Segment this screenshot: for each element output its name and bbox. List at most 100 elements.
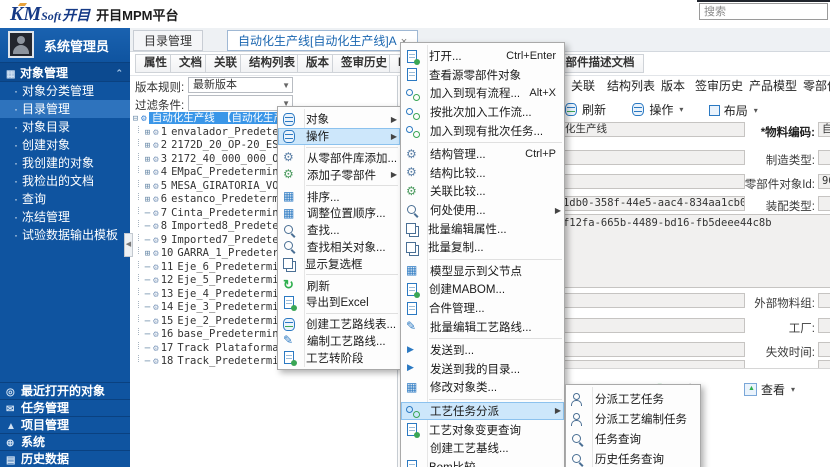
material-code-field[interactable]: 自	[818, 122, 830, 137]
right-tab-part-model[interactable]: 零部件模型	[797, 76, 830, 95]
sidebar-item-create-object[interactable]: 创建对象	[0, 136, 130, 154]
menu-item-send-to[interactable]: 发送到...	[401, 341, 564, 360]
subtab-structure-list[interactable]: 结构列表	[240, 54, 304, 73]
menu-item-add-to-batch-task[interactable]: 加入到现有批次任务...	[401, 121, 564, 140]
menu-item-operate[interactable]: 操作▶	[278, 128, 400, 145]
batch-edit-icon	[405, 222, 418, 235]
factory-field[interactable]	[818, 318, 830, 333]
expander-icon[interactable]: ⊞	[142, 167, 153, 180]
right-tab-structure-list[interactable]: 结构列表	[601, 76, 661, 95]
select-value: 最新版本	[193, 79, 237, 91]
right-tab-sign-history[interactable]: 签审历史	[689, 76, 749, 95]
expire-time-field[interactable]	[818, 342, 830, 357]
refresh-icon	[565, 103, 577, 116]
menu-item-task-query[interactable]: 任务查询	[566, 429, 700, 449]
right-tab-version[interactable]: 版本	[655, 76, 691, 95]
menu-item-export-excel[interactable]: 导出到Excel	[278, 294, 400, 311]
sidebar-item-catalog-mgmt[interactable]: 目录管理	[0, 100, 130, 118]
sidebar-section-object-mgmt[interactable]: ▦对象管理 ⌃	[0, 62, 130, 82]
menu-item-dispatch-process-task[interactable]: 分派工艺任务	[566, 389, 700, 409]
collapse-expander-icon[interactable]: ⊟	[130, 113, 141, 126]
expander-icon[interactable]: ⊞	[142, 194, 153, 207]
refresh-button[interactable]: 刷新	[558, 100, 612, 119]
search-icon	[282, 224, 297, 237]
expander-icon[interactable]: ⊞	[142, 248, 153, 261]
layout-icon	[709, 105, 720, 116]
menu-item-history-task-query[interactable]: 历史任务查询	[566, 449, 700, 467]
operate-button[interactable]: 操作▾	[625, 100, 689, 119]
guid-textarea[interactable]: 208f12fa-665b-4489-bd16-fb5deee44c8b	[540, 214, 830, 288]
sidebar-section-task-mgmt[interactable]: ✉任务管理	[0, 399, 130, 416]
search-input[interactable]	[699, 3, 828, 20]
menu-item-relation-compare[interactable]: 关联比较...	[401, 182, 564, 201]
menu-item-create-mabom[interactable]: 创建MABOM...	[401, 280, 564, 299]
view-button[interactable]: 查看▾	[738, 380, 801, 399]
menu-item-open[interactable]: 打开...Ctrl+Enter	[401, 47, 564, 66]
right-tab-product-model[interactable]: 产品模型	[743, 76, 803, 95]
open-icon	[407, 50, 417, 63]
expander-icon[interactable]: ⊞	[142, 140, 153, 153]
sidebar-collapse-handle[interactable]: ◀	[124, 233, 133, 257]
menu-item-show-checkbox[interactable]: 显示复选框	[278, 255, 400, 272]
sidebar-item-my-checked-out-docs[interactable]: 我检出的文档	[0, 172, 130, 190]
menu-item-merge-manage[interactable]: 合件管理...	[401, 299, 564, 318]
subtab-sign-history[interactable]: 签审历史	[332, 54, 396, 73]
part-icon: ⚙	[153, 194, 159, 205]
menu-item-batch-edit-route[interactable]: 批量编辑工艺路线...	[401, 317, 564, 336]
menu-item-modify-object-class[interactable]: 修改对象类...	[401, 378, 564, 397]
expander-icon[interactable]: ⊞	[142, 181, 153, 194]
window-edge	[697, 0, 830, 2]
sidebar-section-system[interactable]: ⊕系统	[0, 433, 130, 450]
menu-item-refresh[interactable]: 刷新	[278, 277, 400, 294]
menu-item-process-change-query[interactable]: 工艺对象变更查询	[401, 420, 564, 439]
operate-submenu: 打开...Ctrl+Enter 查看源零部件对象 加入到现有流程...Alt+X…	[400, 42, 565, 467]
tab-auto-production-line[interactable]: 自动化生产线[自动化生产线]A×	[227, 30, 418, 51]
menu-item-create-route-table[interactable]: 创建工艺路线表...	[278, 316, 400, 333]
assembly-type-field[interactable]	[818, 196, 830, 211]
sidebar-item-query[interactable]: 查询	[0, 190, 130, 208]
sidebar-item-my-created-objects[interactable]: 我创建的对象	[0, 154, 130, 172]
version-rule-select[interactable]: 最新版本▼	[188, 77, 293, 93]
sidebar-item-test-data-template[interactable]: 试验数据输出模板	[0, 226, 130, 244]
menu-item-create-process-baseline[interactable]: 创建工艺基线...	[401, 439, 564, 458]
menu-item-structure-compare[interactable]: 结构比较...	[401, 164, 564, 183]
sidebar-section-project-mgmt[interactable]: ▲项目管理	[0, 416, 130, 433]
menu-item-edit-route[interactable]: 编制工艺路线...	[278, 333, 400, 350]
pencil-icon	[282, 334, 297, 347]
menu-item-where-used[interactable]: 何处使用...▶	[401, 201, 564, 220]
menu-item-add-child-part[interactable]: 添加子零部件▶	[278, 166, 400, 183]
menu-item-add-to-flow[interactable]: 加入到现有流程...Alt+X	[401, 84, 564, 103]
menu-item-batch-copy[interactable]: 批量复制...	[401, 238, 564, 257]
menu-item-find-related[interactable]: 查找相关对象...	[278, 239, 400, 256]
expander-icon[interactable]: ⊞	[142, 154, 153, 167]
mabom-icon	[407, 283, 417, 296]
external-material-group-field[interactable]	[818, 293, 830, 308]
sidebar-section-history-data[interactable]: ▤历史数据	[0, 450, 130, 467]
sidebar-section-recent-objects[interactable]: ◎最近打开的对象	[0, 382, 130, 399]
menu-item-send-to-my-catalog[interactable]: 发送到我的目录...	[401, 360, 564, 379]
right-tab-relations[interactable]: 关联	[565, 76, 601, 95]
menu-item-dispatch-process-edit-task[interactable]: 分派工艺编制任务	[566, 409, 700, 429]
sidebar-item-freeze-mgmt[interactable]: 冻结管理	[0, 208, 130, 226]
menu-item-object[interactable]: 对象▶	[278, 111, 400, 128]
menu-item-process-task-dispatch[interactable]: 工艺任务分派▶	[401, 402, 564, 421]
part-object-id-field[interactable]: 96	[818, 174, 830, 189]
menu-item-process-phase[interactable]: 工艺转阶段	[278, 349, 400, 366]
expander-icon[interactable]: ⊞	[142, 127, 153, 140]
menu-item-bom-compare[interactable]: Bom比较	[401, 457, 564, 467]
menu-item-add-from-part-library[interactable]: 从零部件库添加...	[278, 150, 400, 167]
menu-item-find[interactable]: 查找...	[278, 222, 400, 239]
menu-item-structure-manage[interactable]: 结构管理...Ctrl+P	[401, 145, 564, 164]
menu-item-batch-add-workflow[interactable]: 按批次加入工作流...	[401, 103, 564, 122]
menu-item-model-display-parent[interactable]: 模型显示到父节点	[401, 262, 564, 281]
menu-item-batch-edit-props[interactable]: 批量编辑属性...	[401, 219, 564, 238]
menu-item-adjust-order[interactable]: 调整位置顺序...	[278, 205, 400, 222]
manufacture-type-field[interactable]	[818, 150, 830, 165]
layout-button[interactable]: 布局▾	[703, 101, 764, 120]
menu-item-view-source-part[interactable]: 查看源零部件对象	[401, 66, 564, 85]
sidebar-item-object-catalog[interactable]: 对象目录	[0, 118, 130, 136]
tree-context-menu: 对象▶ 操作▶ 从零部件库添加... 添加子零部件▶ 排序... 调整位置顺序.…	[277, 106, 401, 370]
tree-branch: ─	[142, 208, 153, 221]
tab-catalog-mgmt[interactable]: 目录管理	[133, 30, 203, 51]
menu-item-sort[interactable]: 排序...	[278, 188, 400, 205]
